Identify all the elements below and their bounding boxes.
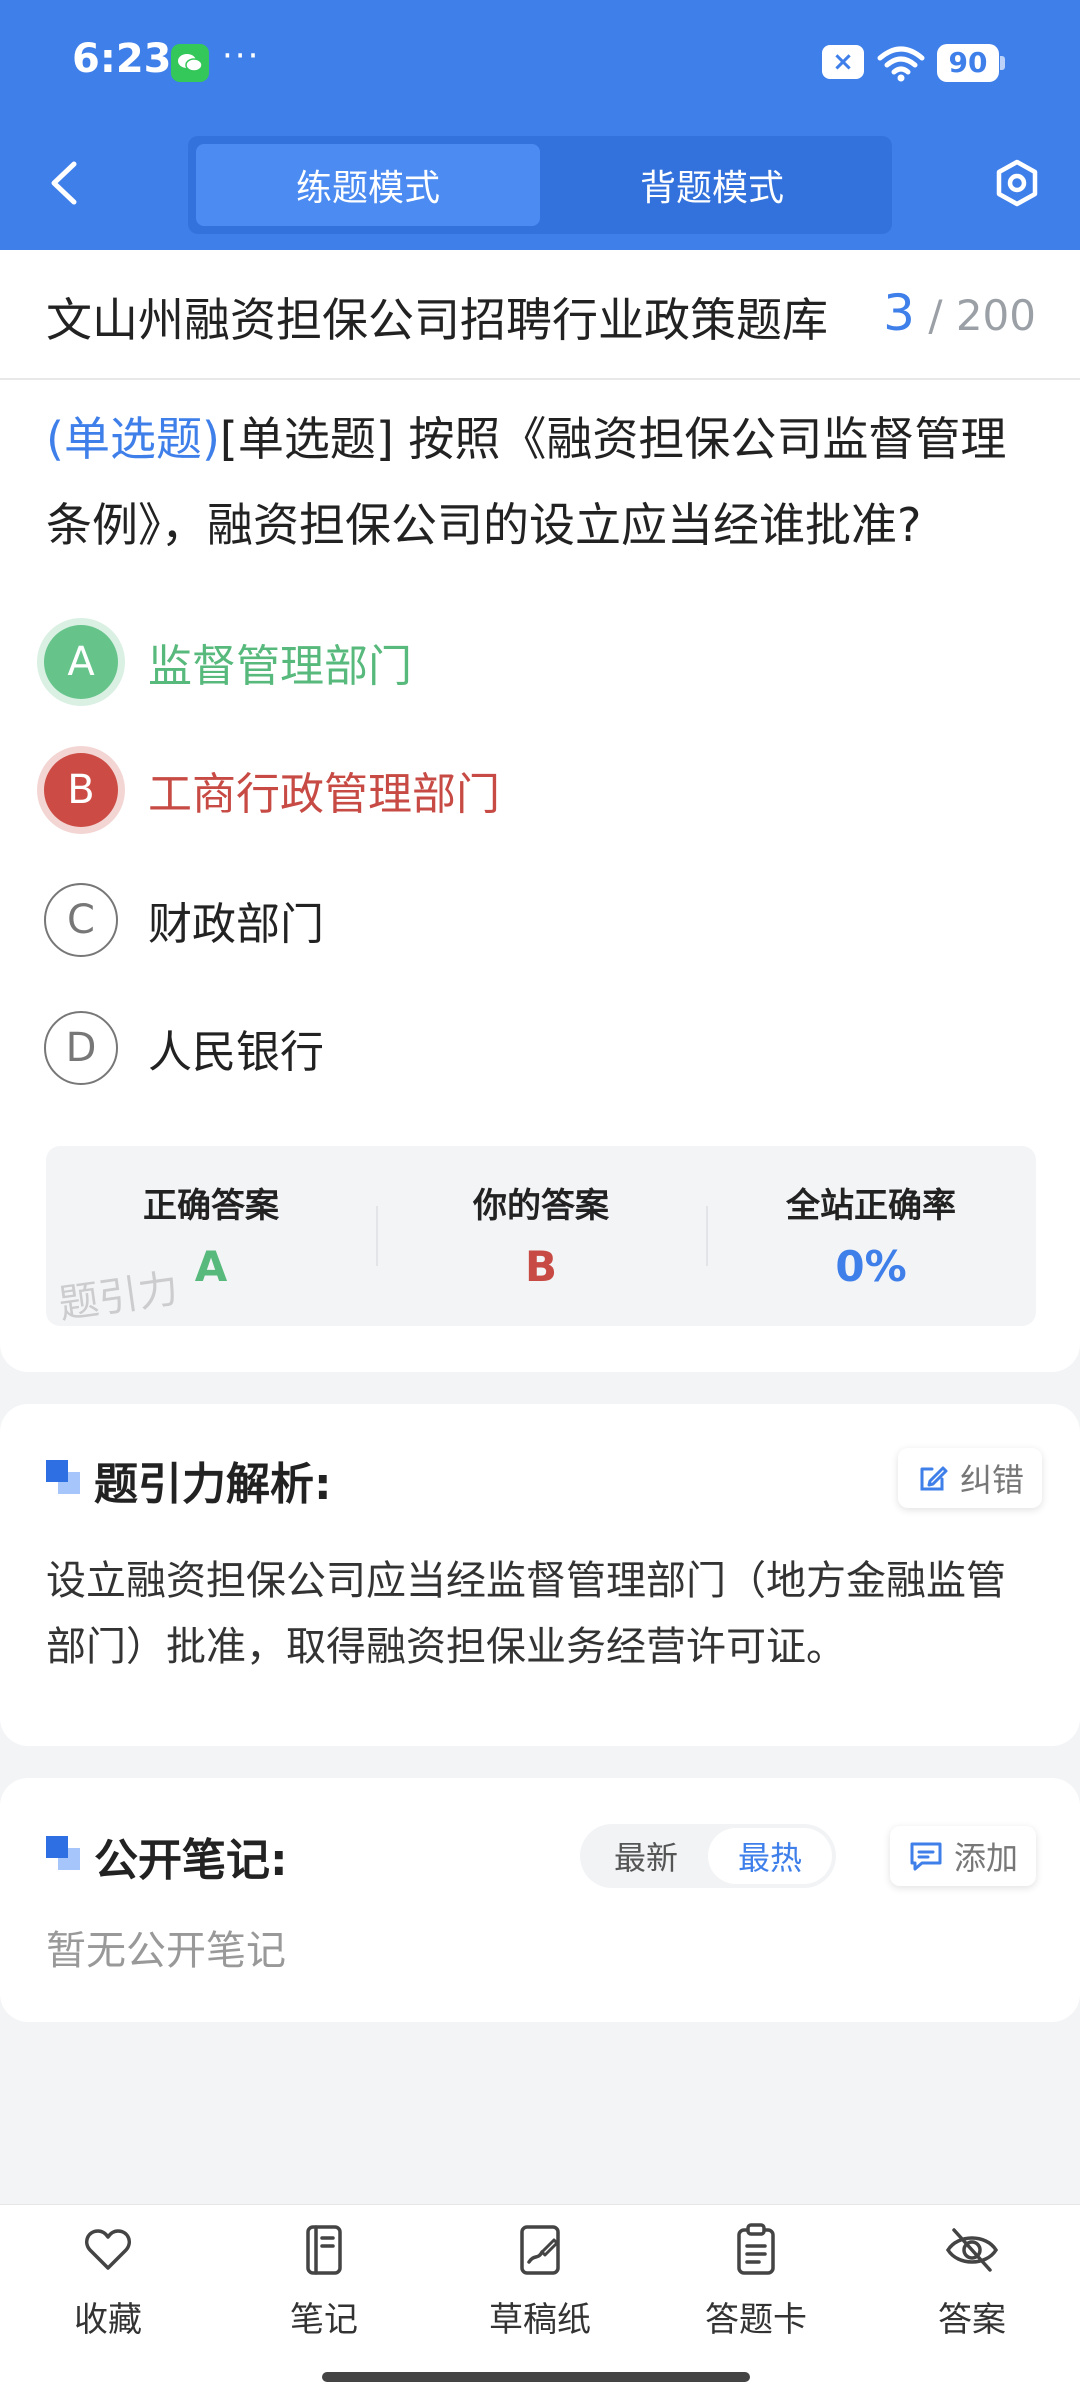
total-questions: / 200: [928, 291, 1036, 340]
accuracy-label: 全站正确率: [786, 1186, 956, 1226]
analysis-text: 设立融资担保公司应当经监督管理部门（地方金融监管部门）批准，取得融资担保业务经营…: [46, 1558, 1006, 1670]
question-text: (单选题)[单选题] 按照《融资担保公司监督管理条例》，融资担保公司的设立应当经…: [46, 396, 1036, 568]
heart-icon: [85, 2229, 131, 2270]
divider: [0, 378, 1080, 380]
answer-card-button[interactable]: 答题卡: [676, 2222, 836, 2342]
report-error-button[interactable]: 纠错: [898, 1448, 1043, 1508]
add-note-label: 添加: [954, 1839, 1019, 1877]
draft-icon: [520, 2225, 560, 2275]
your-answer-label: 你的答案: [473, 1186, 609, 1226]
option-c[interactable]: C 财政部门: [44, 880, 1004, 960]
your-answer-value: B: [524, 1242, 557, 1291]
show-answer-button[interactable]: 答案: [892, 2222, 1052, 2342]
top-header: 6:23 ··· × 90 练题模式 背题模式: [0, 0, 1080, 250]
battery-indicator: 90: [937, 44, 1005, 82]
analysis-title: 题引力解析:: [94, 1459, 332, 1510]
mode-switch: 练题模式 背题模式: [188, 136, 892, 234]
draft-paper-button[interactable]: 草稿纸: [460, 2222, 620, 2342]
answer-summary: 正确答案 A 你的答案 B 全站正确率 0%: [46, 1146, 1036, 1326]
show-answer-label: 答案: [938, 2300, 1006, 2340]
edit-icon: [920, 1466, 948, 1491]
wifi-icon: [876, 44, 926, 82]
option-text: 工商行政管理部门: [148, 769, 500, 820]
add-note-button[interactable]: 添加: [890, 1826, 1037, 1886]
notes-label: 笔记: [290, 2300, 358, 2340]
question-type-tag: (单选题): [46, 412, 220, 466]
notes-button[interactable]: 笔记: [244, 2222, 404, 2342]
favorite-button[interactable]: 收藏: [28, 2222, 188, 2342]
option-d[interactable]: D 人民银行: [44, 1008, 1004, 1088]
correct-answer-label: 正确答案: [143, 1186, 279, 1226]
chevron-left-icon: [51, 161, 77, 205]
settings-button[interactable]: [992, 158, 1042, 208]
current-question-number: 3: [883, 284, 915, 342]
option-letter: B: [44, 753, 118, 827]
notes-sort-toggle: 最新 最热: [580, 1824, 836, 1888]
gear-icon: [996, 159, 1038, 207]
more-notifications-icon: ···: [222, 36, 261, 76]
option-a[interactable]: A 监督管理部门: [44, 622, 1004, 702]
option-text: 财政部门: [148, 899, 324, 950]
wechat-icon: [171, 44, 209, 82]
option-letter: D: [44, 1011, 118, 1085]
option-text: 监督管理部门: [148, 641, 412, 692]
accuracy-column: 全站正确率 0%: [706, 1146, 1036, 1326]
draft-paper-label: 草稿纸: [489, 2300, 591, 2340]
question-bank-title: 文山州融资担保公司招聘行业政策题库: [46, 293, 828, 347]
option-letter: A: [44, 625, 118, 699]
option-letter: C: [44, 883, 118, 957]
favorite-label: 收藏: [74, 2300, 142, 2340]
sort-hottest[interactable]: 最热: [708, 1828, 832, 1884]
no-sim-icon: ×: [822, 45, 864, 79]
sort-latest[interactable]: 最新: [584, 1828, 708, 1884]
answer-card-icon: [737, 2223, 775, 2275]
notes-title: 公开笔记:: [94, 1835, 288, 1886]
tab-memorize-mode[interactable]: 背题模式: [540, 144, 884, 226]
report-error-label: 纠错: [960, 1461, 1025, 1499]
accuracy-value: 0%: [835, 1242, 907, 1291]
section-square-icon: [46, 1460, 80, 1494]
status-bar: 6:23 ··· × 90: [0, 0, 1080, 125]
back-button[interactable]: [44, 158, 84, 208]
question-counter: 3 / 200: [883, 284, 1036, 342]
your-answer-column: 你的答案 B: [376, 1146, 706, 1326]
answer-card-label: 答题卡: [705, 2300, 807, 2340]
tab-practice-mode[interactable]: 练题模式: [196, 144, 540, 226]
notebook-icon: [306, 2225, 342, 2275]
comment-icon: [910, 1842, 942, 1871]
option-text: 人民银行: [148, 1027, 324, 1078]
option-b[interactable]: B 工商行政管理部门: [44, 750, 1004, 830]
empty-notes-text: 暂无公开笔记: [46, 1928, 286, 1974]
section-square-icon: [46, 1836, 80, 1870]
status-time: 6:23: [72, 36, 172, 82]
notes-card: [0, 1778, 1080, 2022]
home-indicator[interactable]: [322, 2372, 750, 2382]
eye-off-icon: [945, 2228, 999, 2272]
